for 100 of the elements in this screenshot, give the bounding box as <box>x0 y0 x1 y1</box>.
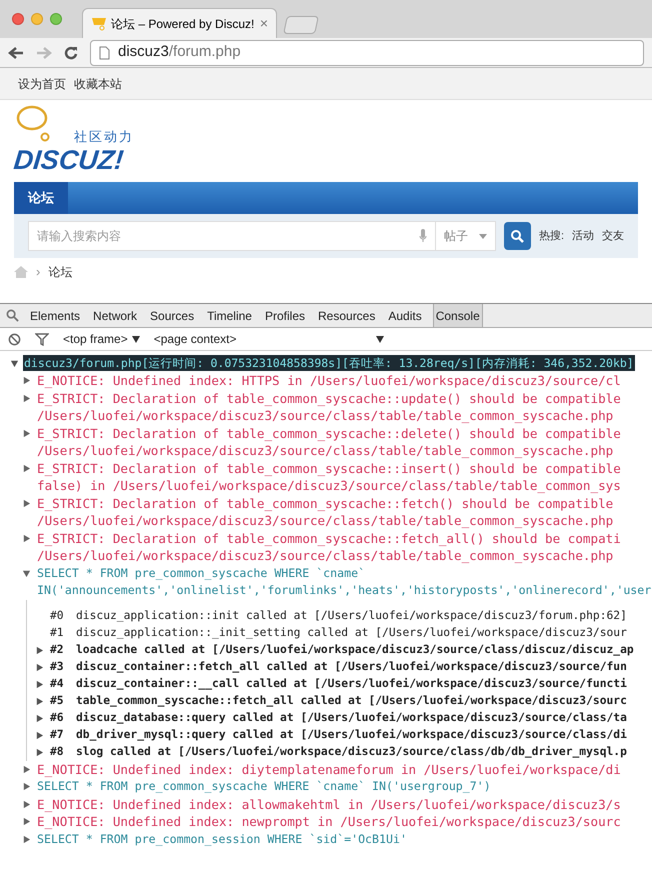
stack-frame-number: #8 <box>50 744 65 760</box>
tab-title: 论坛 – Powered by Discuz! <box>111 16 254 32</box>
sql-query-text: SELECT * FROM pre_common_syscache WHERE `cname` <box>37 564 366 582</box>
stack-frame-text: discuz_application::init called at [/Users/luofei/workspace/discuz3/forum.php:62] <box>76 608 627 624</box>
devtools-tab[interactable]: Console <box>432 304 483 327</box>
devtools-tab[interactable]: Profiles <box>262 304 307 327</box>
collapsed-triangle-icon[interactable] <box>22 498 31 508</box>
error-message: E_STRICT: Declaration of table_common_syscache::insert() should be compatible <box>37 460 621 477</box>
search-field[interactable]: 请输入搜索内容 帖子 <box>28 221 496 251</box>
dropdown-caret-icon <box>376 336 384 342</box>
breadcrumb-separator: › <box>36 263 40 282</box>
error-message: E_NOTICE: Undefined index: allowmakehtml in /Users/luofei/workspace/discuz3/s <box>37 796 621 813</box>
top-link[interactable]: 收藏本站 <box>74 74 122 92</box>
stack-frame-text: discuz_database::query called at [/Users/luofei/workspace/discuz3/source/class/ta <box>76 710 627 726</box>
collapsed-triangle-icon[interactable] <box>35 696 44 706</box>
stack-frame-number: #6 <box>50 710 65 726</box>
stack-frame-number: #3 <box>50 658 65 675</box>
sql-query-text: IN('announcements','onlinelist','forumlinks','heats','historyposts','onlinerecord','user <box>37 582 652 599</box>
sql-query-text: SELECT * FROM pre_common_session WHERE `sid`='OcB1Ui' <box>37 830 407 848</box>
search-icon <box>510 229 524 243</box>
stack-frame-text: loadcache called at [/Users/luofei/workspace/discuz3/source/class/discuz/discuz_ap <box>76 642 634 658</box>
collapsed-triangle-icon[interactable] <box>35 680 44 688</box>
collapsed-triangle-icon[interactable] <box>35 730 44 740</box>
stack-frame-text: db_driver_mysql::query called at [/Users/luofei/workspace/discuz3/source/class/di <box>76 726 627 743</box>
expanded-triangle-icon[interactable] <box>22 568 31 578</box>
stack-frame-number: #4 <box>50 676 65 692</box>
error-message: E_STRICT: Declaration of table_common_syscache::update() should be compatible <box>37 390 621 407</box>
page-icon <box>99 46 110 60</box>
stack-frame-number: #1 <box>50 624 65 641</box>
stack-frame-number: #0 <box>50 608 65 624</box>
devtools-tab[interactable]: Elements <box>28 304 82 327</box>
url-path: /forum.php <box>168 43 241 60</box>
collapsed-triangle-icon[interactable] <box>35 714 44 722</box>
stack-frame-number: #5 <box>50 692 65 709</box>
filter-icon[interactable] <box>35 332 49 346</box>
collapsed-triangle-icon[interactable] <box>22 817 31 826</box>
collapsed-triangle-icon[interactable] <box>22 428 31 438</box>
error-message: /Users/luofei/workspace/discuz3/source/class/table/table_common_syscache.php <box>37 512 614 530</box>
devtools-tab[interactable]: Audits <box>386 304 424 327</box>
console-group-title[interactable]: discuz3/forum.php[运行时间: 0.075323104858398s][吞吐率: 13.28req/s][内存消耗: 346,352.20kb] <box>23 355 635 371</box>
hot-search-link[interactable]: 交友 <box>602 228 624 244</box>
error-message: /Users/luofei/workspace/discuz3/source/class/table/table_common_syscache.php <box>37 407 614 424</box>
collapsed-triangle-icon[interactable] <box>35 748 44 756</box>
error-message: false) in /Users/luofei/workspace/discuz3/source/class/table/table_common_sys <box>37 477 621 494</box>
close-window-button[interactable] <box>12 13 24 25</box>
thought-bubble-icon <box>16 104 52 144</box>
stack-frame-number: #2 <box>50 642 65 658</box>
devtools-tab[interactable]: Network <box>91 304 140 327</box>
stack-frame-text: discuz_application::_init_setting called at [/Users/luofei/workspace/discuz3/sour <box>76 624 627 641</box>
dropdown-caret-icon <box>479 234 488 238</box>
stack-frame-text: discuz_container::__call called at [/Users/luofei/workspace/discuz3/source/functi <box>76 676 627 692</box>
devtools-tab[interactable]: Sources <box>148 304 196 327</box>
address-field[interactable]: discuz3/forum.php <box>90 40 644 66</box>
collapsed-triangle-icon[interactable] <box>35 646 44 654</box>
logo-wordmark: DISCUZ! <box>12 146 126 174</box>
error-message: E_STRICT: Declaration of table_common_syscache::fetch() should be compatible <box>37 494 614 512</box>
discuz-logo[interactable]: 社区动力 DISCUZ! <box>14 104 140 174</box>
trophy-icon <box>91 16 107 30</box>
devtools-tab[interactable]: Timeline <box>205 304 254 327</box>
hot-search-label: 热搜: <box>538 228 564 244</box>
error-message: /Users/luofei/workspace/discuz3/source/class/table/table_common_syscache.php <box>37 547 614 564</box>
dropdown-caret-icon <box>132 336 140 342</box>
browser-tab[interactable]: 论坛 – Powered by Discuz! × <box>82 8 277 38</box>
nav-tab[interactable]: 论坛 <box>14 182 68 214</box>
logo-slogan: 社区动力 <box>74 128 135 146</box>
error-message: E_NOTICE: Undefined index: HTTPS in /Users/luofei/workspace/discuz3/source/cl <box>37 372 621 390</box>
error-message: E_STRICT: Declaration of table_common_syscache::delete() should be compatible <box>37 424 621 442</box>
search-button[interactable] <box>504 222 531 250</box>
sql-query-text: SELECT * FROM pre_common_syscache WHERE `cname` IN('usergroup_7') <box>37 778 491 795</box>
collapsed-triangle-icon[interactable] <box>22 394 31 402</box>
stack-frame-text: table_common_syscache::fetch_all called at [/Users/luofei/workspace/discuz3/sourc <box>76 692 627 709</box>
collapsed-triangle-icon[interactable] <box>22 534 31 542</box>
stack-frame-text: discuz_container::fetch_all called at [/Users/luofei/workspace/discuz3/source/fun <box>76 658 627 675</box>
clear-console-icon[interactable] <box>8 332 21 346</box>
collapsed-triangle-icon[interactable] <box>22 782 31 791</box>
close-tab-button[interactable]: × <box>260 13 268 34</box>
collapsed-triangle-icon[interactable] <box>35 662 44 672</box>
back-icon[interactable] <box>8 46 24 60</box>
hot-search-link[interactable]: 活动 <box>572 228 594 244</box>
error-message: /Users/luofei/workspace/discuz3/source/class/table/table_common_syscache.php <box>37 442 614 460</box>
reload-icon[interactable] <box>64 46 78 60</box>
stack-frame-number: #7 <box>50 726 65 743</box>
breadcrumb-link[interactable]: 论坛 <box>48 263 72 281</box>
collapsed-triangle-icon[interactable] <box>22 464 31 472</box>
devtools-tab[interactable]: Resources <box>316 304 378 327</box>
url-host: discuz3 <box>118 43 169 60</box>
collapsed-triangle-icon[interactable] <box>22 834 31 844</box>
collapsed-triangle-icon[interactable] <box>22 764 31 774</box>
frame-select[interactable]: <top frame> <box>63 330 140 348</box>
context-select[interactable]: <page context> <box>154 330 384 348</box>
collapsed-triangle-icon[interactable] <box>22 376 31 385</box>
stack-frame-text: slog called at [/Users/luofei/workspace/discuz3/source/class/db/db_driver_mysql.p <box>76 744 627 760</box>
expanded-triangle-icon[interactable] <box>10 358 19 368</box>
top-link[interactable]: 设为首页 <box>18 74 66 92</box>
search-icon[interactable] <box>6 309 19 322</box>
collapsed-triangle-icon[interactable] <box>22 800 31 808</box>
error-message: E_NOTICE: Undefined index: diytemplatenameforum in /Users/luofei/workspace/di <box>37 760 621 778</box>
error-message: E_NOTICE: Undefined index: newprompt in /Users/luofei/workspace/discuz3/sourc <box>37 813 621 830</box>
search-input[interactable]: 请输入搜索内容 <box>29 227 420 245</box>
search-type-select[interactable]: 帖子 <box>435 222 496 250</box>
